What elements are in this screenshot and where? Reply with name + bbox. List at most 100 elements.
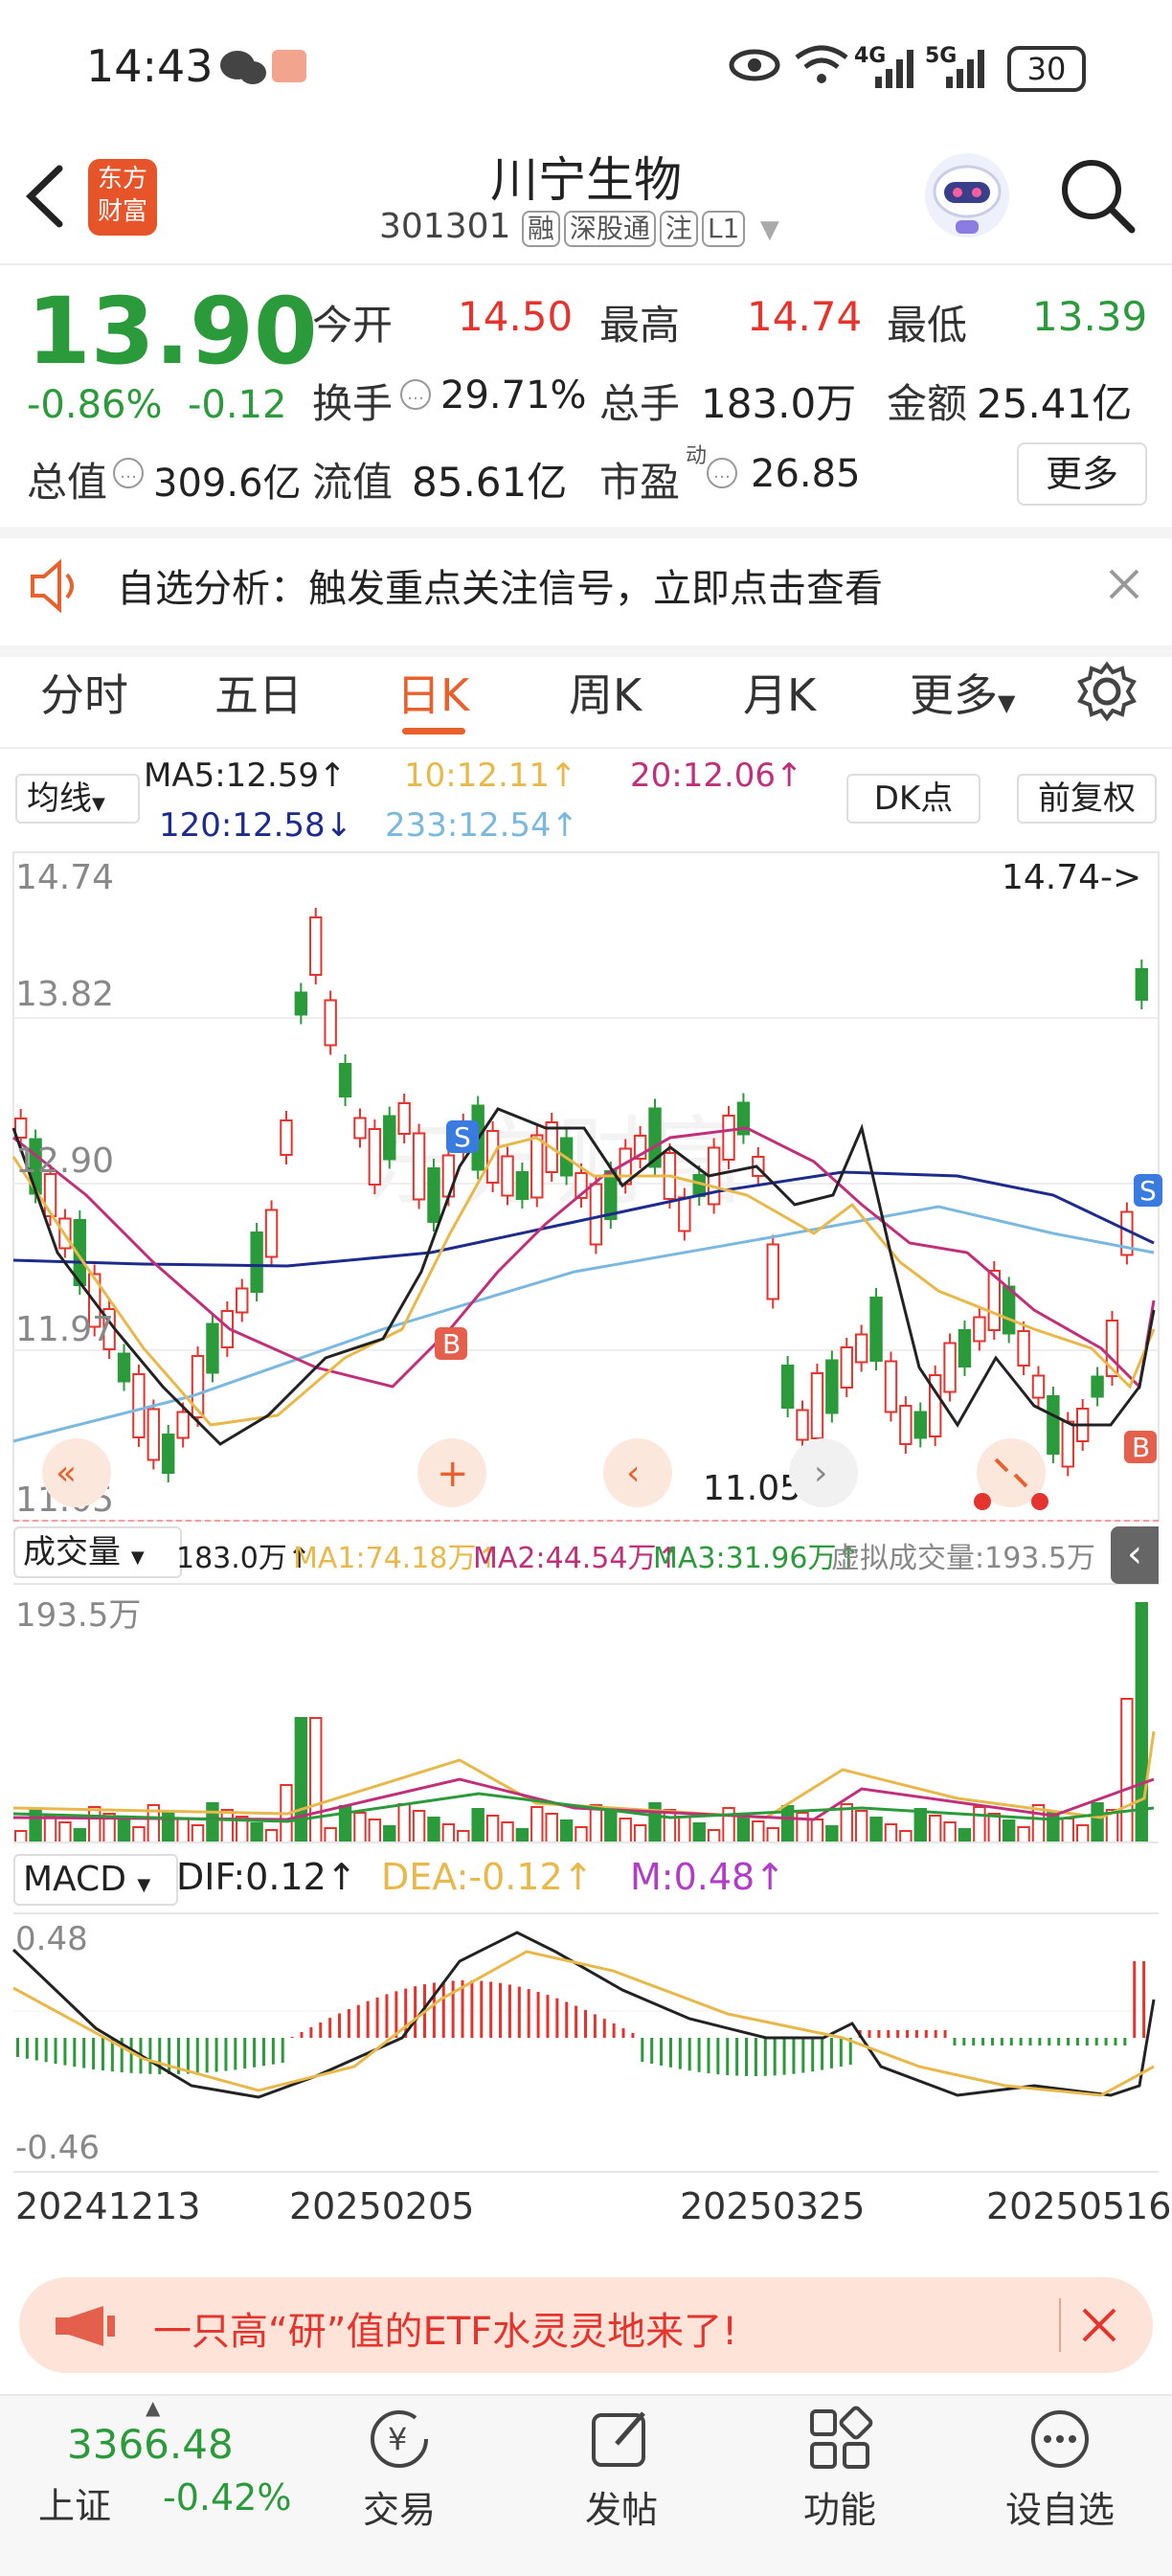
- candle: [530, 1134, 544, 1199]
- volume-bar: [73, 1828, 87, 1843]
- bottom-functions-label[interactable]: 功能: [768, 2480, 912, 2533]
- macd-bar: [726, 2038, 730, 2075]
- macd-bar: [536, 1991, 540, 2038]
- candle: [1061, 1420, 1074, 1468]
- bottom-watchlist-label[interactable]: 设自选: [988, 2480, 1132, 2533]
- settings-gear-icon[interactable]: [1076, 661, 1138, 722]
- volume-bar: [206, 1802, 219, 1843]
- macd-bar: [385, 1994, 389, 2038]
- info-icon-3[interactable]: …: [707, 458, 737, 488]
- float-label: 流值: [312, 459, 394, 506]
- dk-button[interactable]: DK点: [846, 774, 980, 824]
- banner-close-icon[interactable]: [1078, 2304, 1120, 2346]
- tab-weekly-k[interactable]: 周K: [569, 661, 642, 724]
- search-icon[interactable]: [1057, 155, 1138, 236]
- macd-selector[interactable]: MACD ▼: [13, 1854, 178, 1906]
- tab-more[interactable]: 更多▼: [910, 661, 1015, 724]
- index-value[interactable]: 3366.48: [67, 2421, 234, 2468]
- megaphone-icon: [56, 2306, 115, 2346]
- macd-bar: [716, 2038, 720, 2075]
- info-icon-2[interactable]: …: [113, 458, 144, 488]
- candle: [604, 1170, 618, 1220]
- macd-bar: [432, 1982, 436, 2038]
- volume-bar: [692, 1822, 706, 1843]
- macd-bar: [546, 1995, 550, 2038]
- legend-ma20: 20:12.06↑: [630, 757, 803, 795]
- candle: [501, 1155, 514, 1197]
- macd-bar: [243, 2038, 247, 2069]
- candle: [1135, 968, 1149, 1001]
- volume-bar: [575, 1826, 588, 1843]
- svg-text:‹: ‹: [626, 1454, 640, 1493]
- index-name[interactable]: 上证: [38, 2476, 111, 2529]
- more-button[interactable]: 更多: [1017, 442, 1147, 506]
- candle: [338, 1063, 352, 1097]
- macd-bar: [555, 1998, 559, 2038]
- tab-monthly-k[interactable]: 月K: [743, 661, 816, 724]
- bottom-post-label[interactable]: 发帖: [550, 2480, 693, 2533]
- volume-bar: [973, 1806, 986, 1843]
- macd-m: M:0.48↑: [630, 1856, 786, 1898]
- tab-intraday[interactable]: 分时: [40, 661, 128, 724]
- volume-bar: [633, 1824, 647, 1843]
- macd-bar: [261, 2038, 265, 2067]
- tab-five-day[interactable]: 五日: [214, 661, 303, 724]
- macd-bar: [754, 2038, 757, 2076]
- tab-daily-k[interactable]: 日K: [396, 661, 469, 724]
- macd-bar: [924, 2030, 928, 2038]
- notice-bar[interactable]: 自选分析：触发重点关注信号，立即点击查看: [0, 527, 1172, 657]
- macd-bar: [290, 2036, 294, 2038]
- expand-up-icon[interactable]: ▲: [146, 2396, 160, 2419]
- macd-bar: [811, 2038, 815, 2072]
- macd-bar: [168, 2038, 171, 2074]
- volume-bar: [604, 1811, 618, 1843]
- collapse-panel-icon[interactable]: ‹: [1111, 1526, 1159, 1584]
- candle: [353, 1117, 367, 1140]
- trade-icon[interactable]: ¥: [366, 2406, 433, 2473]
- close-icon[interactable]: [1105, 565, 1143, 603]
- volume-bar: [678, 1816, 691, 1843]
- volume-bar: [958, 1828, 972, 1843]
- volume-bar: [987, 1813, 1001, 1843]
- volume-bar: [1061, 1818, 1074, 1843]
- volume-bar: [913, 1808, 927, 1843]
- promo-banner[interactable]: 一只高“研”值的ETF水灵灵地来了!: [19, 2277, 1153, 2373]
- macd-bar: [641, 2038, 644, 2062]
- info-icon[interactable]: …: [400, 379, 431, 410]
- svg-text:+: +: [437, 1452, 469, 1496]
- candle: [884, 1360, 898, 1413]
- bottom-trade-label[interactable]: 交易: [327, 2480, 471, 2533]
- svg-text:›: ›: [814, 1454, 827, 1493]
- macd-bar: [593, 2014, 597, 2038]
- vol-ma1: MA1:74.18万↑: [293, 1542, 501, 1575]
- ma-selector[interactable]: 均线▼: [15, 774, 140, 824]
- candle: [427, 1167, 440, 1223]
- volume-selector[interactable]: 成交量 ▼: [13, 1526, 182, 1578]
- candle: [309, 916, 323, 976]
- macd-bar: [887, 2030, 890, 2038]
- volume-bar: [58, 1821, 72, 1843]
- candle: [280, 1119, 293, 1156]
- candle: [368, 1128, 382, 1186]
- volume-bar: [309, 1717, 323, 1843]
- stock-code-row: 301301 融深股通注 L1 ▼: [379, 207, 779, 247]
- add-watchlist-icon[interactable]: [1026, 2406, 1093, 2473]
- virtual-volume: 虚拟成交量:193.5万: [831, 1542, 1095, 1575]
- index-change[interactable]: -0.42%: [163, 2476, 291, 2519]
- robot-assistant-icon[interactable]: [919, 147, 1015, 243]
- macd-bar: [356, 2004, 360, 2038]
- functions-grid-icon[interactable]: [806, 2406, 873, 2473]
- macd-bar: [253, 2038, 257, 2068]
- volume-bar: [663, 1809, 677, 1843]
- macd-bar: [195, 2038, 199, 2074]
- volume-bar: [530, 1806, 544, 1843]
- post-edit-icon[interactable]: [588, 2406, 655, 2473]
- candle: [132, 1373, 146, 1438]
- macd-bar: [801, 2038, 805, 2073]
- volume-bar: [810, 1819, 824, 1843]
- macd-bar: [328, 2018, 332, 2038]
- dropdown-arrow-icon[interactable]: ▼: [760, 215, 779, 244]
- fuquan-button[interactable]: 前复权: [1017, 774, 1157, 824]
- candle: [913, 1411, 927, 1439]
- volume-bar: [736, 1814, 751, 1843]
